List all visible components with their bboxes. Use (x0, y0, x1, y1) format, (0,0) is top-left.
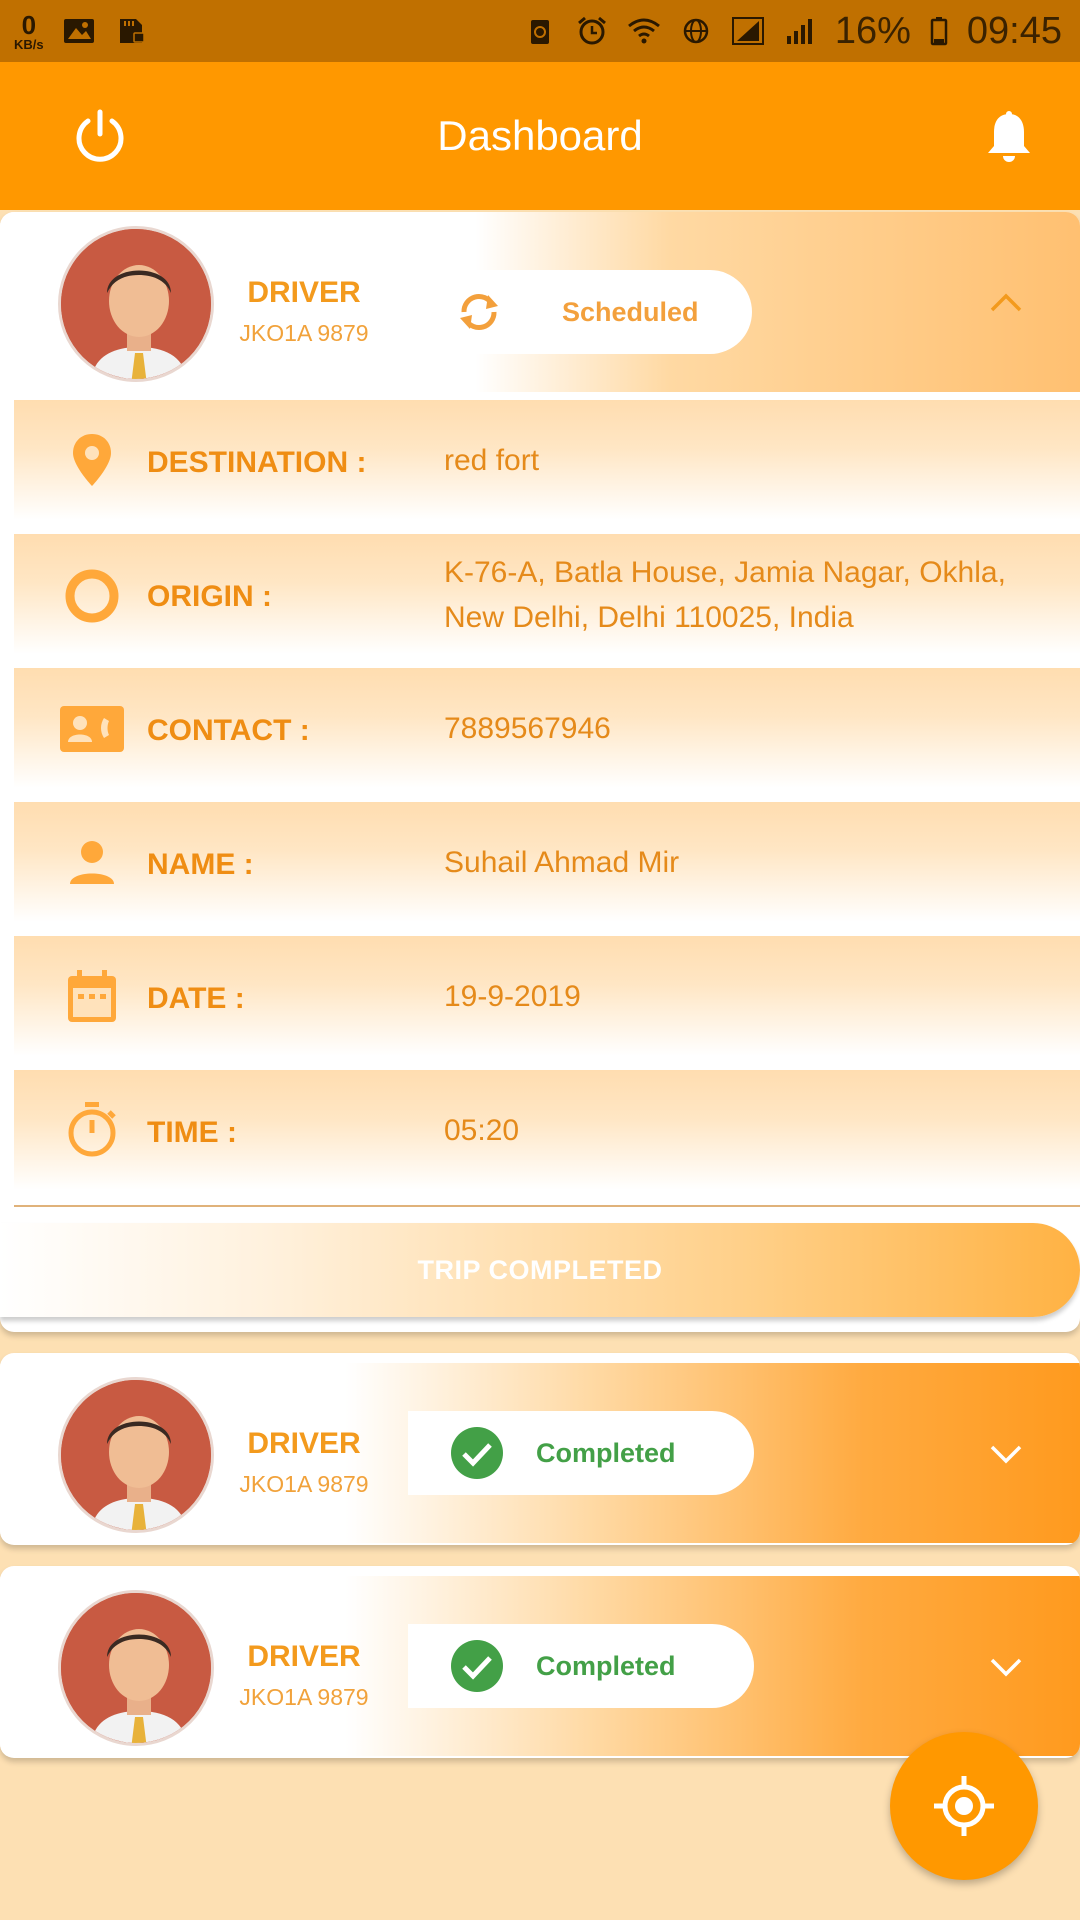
location-pin-icon (73, 434, 111, 486)
trip-card: DRIVER JKO1A 9879 Completed (0, 1566, 1080, 1758)
origin-circle-icon (65, 569, 119, 623)
battery-icon (930, 17, 948, 46)
contact-label: CONTACT : (147, 714, 310, 747)
calendar-icon (68, 970, 116, 1022)
vehicle-plate: JKO1A 9879 (239, 1684, 369, 1710)
origin-line-1: K-76-A, Batla House, Jamia Nagar, Okhla, (444, 556, 1006, 589)
trip-card-header[interactable]: DRIVER JKO1A 9879 Completed (0, 1576, 1080, 1756)
chevron-down-icon[interactable] (988, 1656, 1024, 1678)
origin-row: ORIGIN : K-76-A, Batla House, Jamia Naga… (14, 534, 1080, 654)
name-value: Suhail Ahmad Mir (444, 846, 680, 879)
contact-card-icon (60, 706, 124, 752)
destination-label: DESTINATION : (147, 446, 367, 479)
signal-icon (731, 17, 764, 45)
network-speed-value: 0 (21, 9, 37, 40)
network-speed-unit: KB/s (14, 36, 44, 52)
driver-avatar (58, 1377, 214, 1533)
globe-icon (683, 18, 709, 44)
trip-card: DRIVER JKO1A 9879 Completed (0, 1353, 1080, 1545)
chevron-up-icon[interactable] (988, 292, 1024, 314)
page-title: Dashboard (437, 112, 643, 159)
vehicle-plate: JKO1A 9879 (239, 1471, 369, 1497)
name-label: NAME : (147, 848, 254, 881)
power-icon[interactable] (72, 108, 128, 164)
origin-value: K-76-A, Batla House, Jamia Nagar, Okhla,… (444, 550, 1006, 640)
recycle-icon (530, 20, 549, 44)
trip-completed-button[interactable]: TRIP COMPLETED (0, 1223, 1080, 1317)
status-bar: 0 KB/s 16% 09:45 (0, 0, 1080, 62)
origin-line-2: New Delhi, Delhi 110025, India (444, 601, 854, 634)
origin-label: ORIGIN : (147, 580, 272, 613)
destination-row: DESTINATION : red fort (14, 400, 1080, 520)
status-text: Completed (536, 1650, 676, 1681)
status-badge: Scheduled (410, 270, 752, 354)
signal-bars-icon (786, 19, 812, 44)
chevron-down-icon[interactable] (988, 1443, 1024, 1465)
gallery-icon (63, 19, 94, 43)
trip-card-header[interactable]: DRIVER JKO1A 9879 Completed (0, 1363, 1080, 1543)
name-row: NAME : Suhail Ahmad Mir (14, 802, 1080, 922)
date-label: DATE : (147, 982, 245, 1015)
alarm-icon (577, 16, 606, 45)
check-circle-icon (451, 1427, 503, 1479)
bell-icon[interactable] (984, 110, 1034, 164)
trip-card: DRIVER JKO1A 9879 Scheduled DESTINATION … (0, 212, 1080, 1332)
trip-card-header[interactable]: DRIVER JKO1A 9879 Scheduled (0, 212, 1080, 392)
wifi-icon (627, 18, 660, 44)
time-value: 05:20 (444, 1114, 520, 1147)
status-badge: Completed (408, 1411, 754, 1495)
stopwatch-icon (68, 1102, 116, 1157)
vehicle-plate: JKO1A 9879 (239, 320, 369, 346)
contact-row: CONTACT : 7889567946 (14, 668, 1080, 788)
sd-card-icon (119, 19, 145, 43)
time-row: TIME : 05:20 (14, 1070, 1080, 1190)
destination-value: red fort (444, 444, 540, 477)
battery-percent: 16% (834, 9, 911, 52)
clock: 09:45 (966, 9, 1062, 52)
driver-role-label: DRIVER (247, 1640, 361, 1673)
driver-avatar (58, 1590, 214, 1746)
gps-target-icon (934, 1776, 994, 1836)
person-icon (70, 841, 114, 884)
date-row: DATE : 19-9-2019 (14, 936, 1080, 1056)
driver-role-label: DRIVER (247, 1427, 361, 1460)
divider (14, 1205, 1080, 1207)
time-label: TIME : (147, 1116, 237, 1149)
sync-icon (460, 293, 498, 331)
contact-value[interactable]: 7889567946 (444, 706, 611, 751)
app-bar: Dashboard (0, 62, 1080, 210)
gps-locate-button[interactable] (890, 1732, 1038, 1880)
status-text: Scheduled (562, 296, 699, 327)
status-badge: Completed (408, 1624, 754, 1708)
date-value: 19-9-2019 (444, 980, 581, 1013)
check-circle-icon (451, 1640, 503, 1692)
network-speed: 0 KB/s (14, 12, 44, 51)
driver-role-label: DRIVER (247, 276, 361, 309)
driver-avatar (58, 226, 214, 382)
status-text: Completed (536, 1437, 676, 1468)
